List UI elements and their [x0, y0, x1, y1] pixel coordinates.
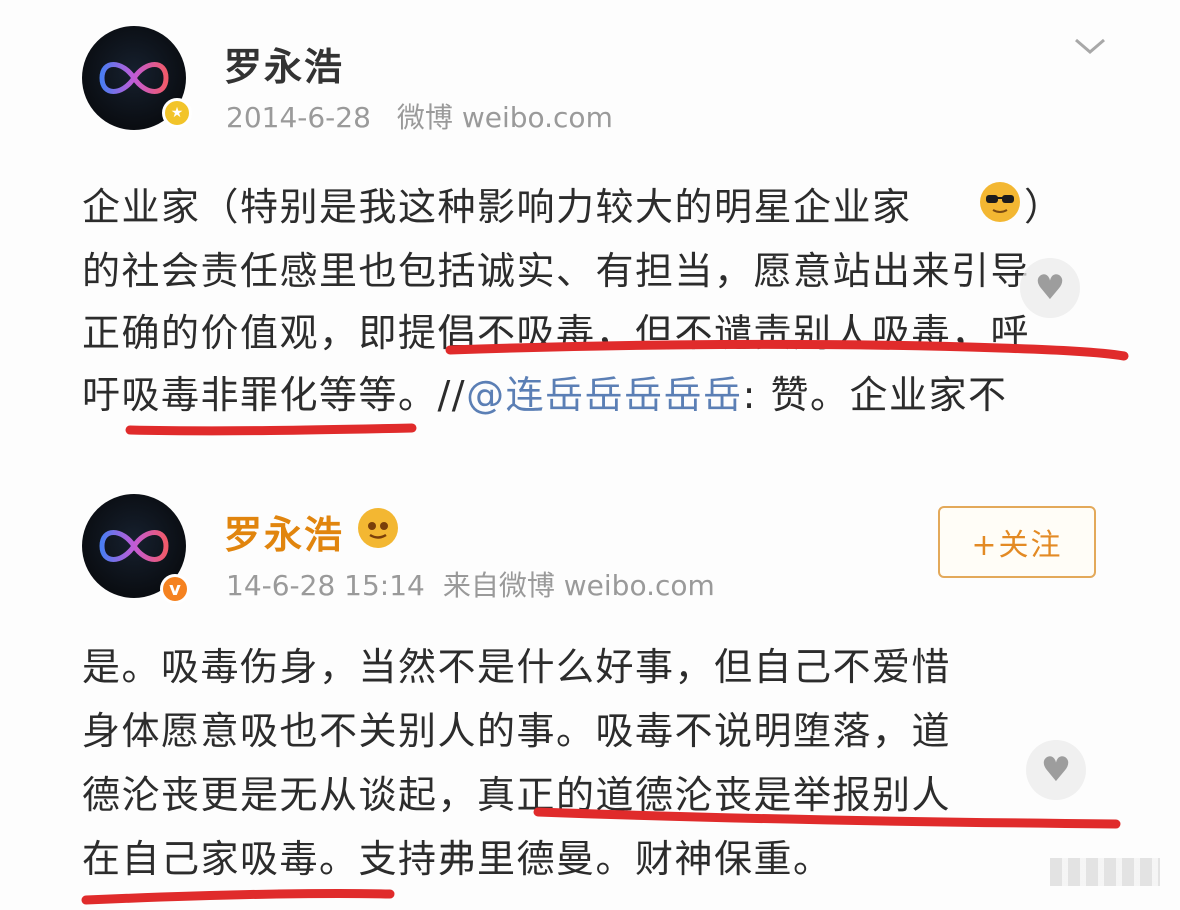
screenshot-page: ★ 罗永浩 2014-6-28 微博 weibo.com 企业家（特别是我这种影响… [0, 0, 1180, 910]
underline-mark [125, 423, 417, 436]
red-underline-annotations [81, 339, 1129, 905]
underline-mark [445, 339, 1129, 361]
watermark [1050, 858, 1160, 886]
underline-mark [533, 807, 1121, 829]
underline-mark [81, 888, 395, 905]
